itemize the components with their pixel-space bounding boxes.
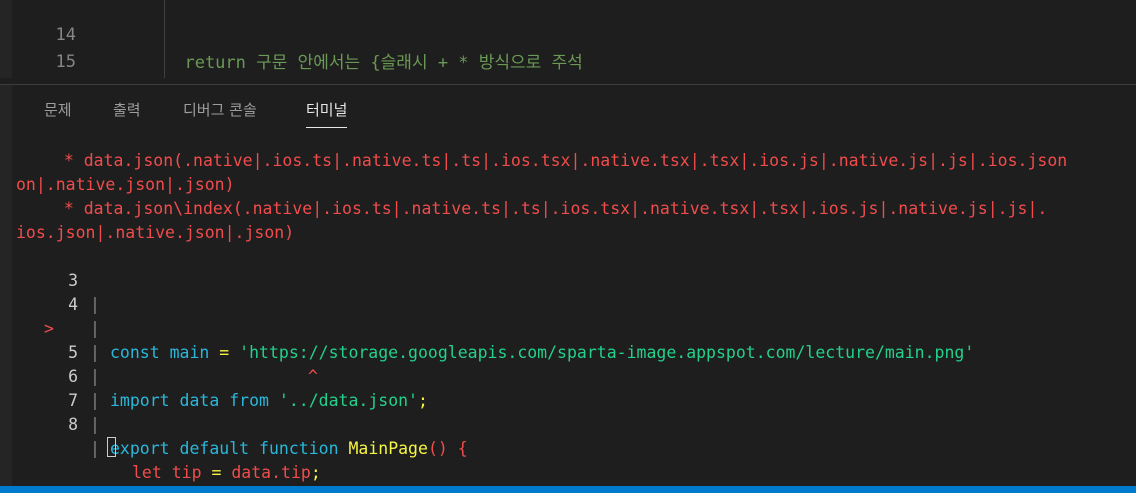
terminal-prompt[interactable] [28, 413, 117, 457]
editor-line-14[interactable]: 14 return 구문 안에서는 {슬래시 + * 방식으로 주석 [0, 0, 1136, 73]
error-line: * data.json\index(.native|.ios.ts|.nativ… [44, 199, 1048, 218]
code-text: export default function MainPage() { [110, 439, 468, 458]
frame-line-7: 7 | export default function MainPage() { [16, 365, 468, 458]
error-line: on|.native.json|.json) [16, 175, 235, 194]
code-editor[interactable]: 14 return 구문 안에서는 {슬래시 + * 방식으로 주석 15 */… [0, 0, 1136, 78]
vscode-window: 14 return 구문 안에서는 {슬래시 + * 방식으로 주석 15 */… [0, 0, 1136, 493]
tab-problems[interactable]: 문제 [44, 97, 72, 127]
error-caret: ^ [308, 367, 318, 386]
tab-debug-console[interactable]: 디버그 콘솔 [183, 97, 257, 127]
frame-line-5-error: > 5 | import data from '../data.json'; [16, 293, 428, 410]
error-line: ios.json|.native.json|.json) [16, 223, 295, 242]
frame-line-4: 4 | const main = 'https://storage.google… [16, 269, 974, 362]
code-text: const main = 'https://storage.googleapis… [110, 343, 975, 362]
status-bar [0, 486, 1136, 493]
code-text: let tip = data.tip; [132, 463, 321, 482]
frame-line-8: 8 | let tip = data.tip; [16, 389, 321, 482]
editor-line-15[interactable]: 15 */ [0, 20, 1136, 72]
terminal-cursor [107, 437, 117, 457]
code-text: import data from '../data.json'; [110, 391, 428, 410]
editor-line-16[interactable]: 16 <ScrollView style={styles.container}> [0, 49, 1136, 77]
frame-line-3: 3 | [16, 245, 100, 314]
line-number: 16 [20, 77, 76, 78]
frame-caret-line: | ^ [16, 317, 318, 386]
tab-terminal[interactable]: 터미널 [306, 97, 348, 128]
tab-output[interactable]: 출력 [113, 97, 141, 127]
terminal-output[interactable]: * data.json(.native|.ios.ts|.native.ts|.… [0, 145, 1136, 485]
bottom-panel: 문제 출력 디버그 콘솔 터미널 * data.json(.native|.io… [0, 84, 1136, 487]
error-line: * data.json(.native|.ios.ts|.native.ts|.… [44, 151, 1068, 170]
frame-line-6: 6 | [16, 341, 100, 410]
